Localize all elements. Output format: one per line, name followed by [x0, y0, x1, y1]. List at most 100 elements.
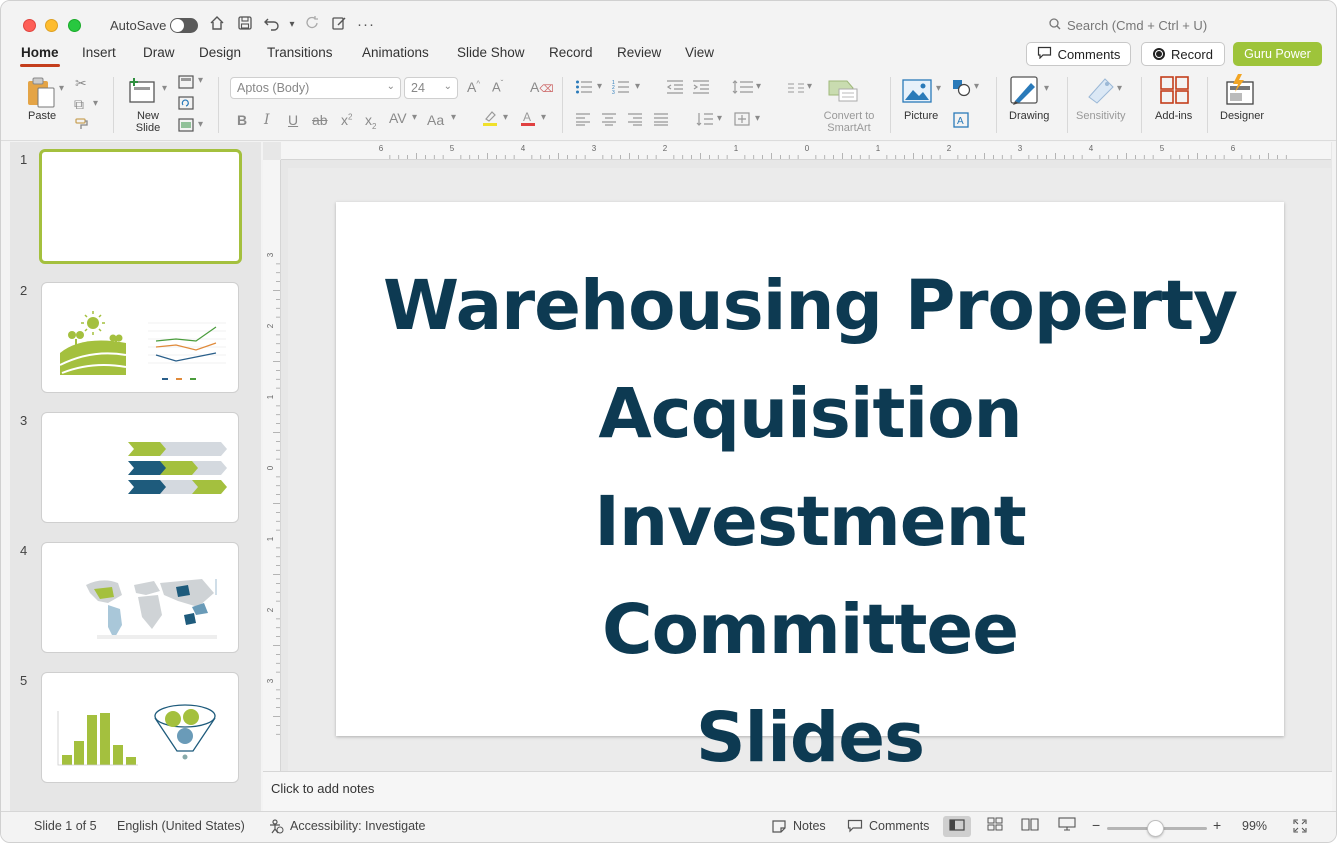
change-case-dropdown-icon[interactable]: ▾: [451, 112, 456, 123]
align-left-icon[interactable]: [575, 112, 591, 129]
tab-animations[interactable]: Animations: [362, 45, 429, 60]
line-spacing-icon[interactable]: [732, 79, 754, 98]
subscript-icon[interactable]: x2: [365, 112, 376, 131]
language-status[interactable]: English (United States): [117, 819, 245, 833]
section-dropdown-icon[interactable]: ▾: [198, 119, 203, 130]
bullets-dropdown-icon[interactable]: ▾: [597, 81, 602, 92]
slide-title[interactable]: Warehousing Property Acquisition Investm…: [376, 252, 1244, 792]
columns-dropdown-icon[interactable]: ▾: [807, 81, 812, 92]
cut-icon[interactable]: ✂: [75, 75, 87, 92]
tab-slide-show[interactable]: Slide Show: [457, 45, 525, 60]
copy-dropdown-icon[interactable]: ▾: [93, 98, 98, 109]
comments-status-icon[interactable]: [847, 819, 863, 836]
tab-view[interactable]: View: [685, 45, 714, 60]
align-right-icon[interactable]: [627, 112, 643, 129]
columns-icon[interactable]: [787, 81, 805, 97]
character-spacing-dropdown-icon[interactable]: ▾: [412, 112, 417, 123]
guru-power-button[interactable]: Guru Power: [1233, 42, 1322, 66]
home-icon[interactable]: [207, 15, 227, 35]
slide-thumbnails-panel[interactable]: 1 2 3 4 5: [10, 142, 261, 812]
notes-icon[interactable]: [771, 819, 787, 836]
reading-view-icon[interactable]: [1016, 816, 1044, 837]
zoom-in-icon[interactable]: +: [1213, 817, 1221, 833]
format-painter-icon[interactable]: [75, 117, 89, 134]
text-direction-icon[interactable]: [696, 111, 714, 130]
presenter-view-icon[interactable]: [1053, 816, 1081, 837]
picture-dropdown-icon[interactable]: ▾: [936, 83, 941, 94]
drawing-icon[interactable]: [1009, 75, 1041, 112]
highlight-dropdown-icon[interactable]: ▾: [503, 112, 508, 123]
numbering-icon[interactable]: 123: [612, 79, 630, 98]
save-icon[interactable]: [235, 15, 255, 35]
slide-thumbnail-2[interactable]: [41, 282, 239, 393]
decrease-indent-icon[interactable]: [666, 79, 684, 98]
tab-insert[interactable]: Insert: [82, 45, 116, 60]
more-icon[interactable]: ···: [356, 15, 376, 35]
maximize-window-button[interactable]: [68, 19, 81, 32]
layout-dropdown-icon[interactable]: ▾: [198, 75, 203, 86]
increase-font-icon[interactable]: A^: [467, 79, 480, 95]
tab-transitions[interactable]: Transitions: [267, 45, 333, 60]
normal-view-icon[interactable]: [943, 816, 971, 837]
tab-home[interactable]: Home: [20, 45, 60, 67]
justify-icon[interactable]: [653, 112, 669, 129]
bold-icon[interactable]: B: [237, 112, 247, 128]
italic-icon[interactable]: I: [264, 112, 270, 128]
layout-icon[interactable]: [178, 75, 194, 92]
increase-indent-icon[interactable]: [692, 79, 710, 98]
drawing-dropdown-icon[interactable]: ▾: [1044, 83, 1049, 94]
shapes-dropdown-icon[interactable]: ▾: [974, 81, 979, 92]
add-ins-icon[interactable]: [1159, 75, 1191, 110]
zoom-slider-handle[interactable]: [1147, 820, 1164, 837]
paste-icon[interactable]: [25, 75, 59, 114]
record-button[interactable]: Record: [1141, 42, 1225, 66]
character-spacing-icon[interactable]: AV: [389, 110, 407, 126]
align-text-icon[interactable]: [733, 111, 751, 130]
shapes-icon[interactable]: [952, 79, 972, 102]
decrease-font-icon[interactable]: Aˇ: [492, 79, 503, 94]
redo-icon[interactable]: [302, 15, 322, 35]
undo-icon[interactable]: [262, 15, 282, 35]
fit-to-window-icon[interactable]: [1293, 819, 1307, 836]
edit-icon[interactable]: [329, 15, 349, 35]
minimize-window-button[interactable]: [45, 19, 58, 32]
text-box-icon[interactable]: A: [953, 112, 969, 133]
slide-thumbnail-4[interactable]: [41, 542, 239, 653]
new-slide-icon[interactable]: [128, 77, 158, 110]
align-text-dropdown-icon[interactable]: ▾: [755, 113, 760, 124]
designer-icon[interactable]: [1224, 74, 1258, 111]
font-size-select[interactable]: 24 ⌄: [404, 77, 458, 99]
zoom-level[interactable]: 99%: [1242, 819, 1267, 833]
slide-sorter-view-icon[interactable]: [981, 816, 1009, 837]
superscript-icon[interactable]: x2: [341, 112, 352, 128]
bullets-icon[interactable]: [575, 79, 593, 98]
font-color-dropdown-icon[interactable]: ▾: [541, 112, 546, 123]
sensitivity-icon[interactable]: [1085, 75, 1117, 110]
line-spacing-dropdown-icon[interactable]: ▾: [756, 81, 761, 92]
copy-icon[interactable]: ⧉: [74, 96, 84, 113]
change-case-icon[interactable]: Aa: [427, 112, 444, 128]
undo-dropdown-icon[interactable]: ▾: [282, 15, 302, 35]
slide-thumbnail-3[interactable]: [41, 412, 239, 523]
autosave-toggle[interactable]: [170, 18, 198, 33]
underline-icon[interactable]: U: [288, 112, 298, 128]
picture-icon[interactable]: [902, 78, 932, 109]
tab-review[interactable]: Review: [617, 45, 661, 60]
clear-formatting-icon[interactable]: A⌫: [530, 79, 553, 95]
tab-design[interactable]: Design: [199, 45, 241, 60]
slide-thumbnail-1[interactable]: [39, 149, 242, 264]
numbering-dropdown-icon[interactable]: ▾: [635, 81, 640, 92]
search-field[interactable]: Search (Cmd + Ctrl + U): [1049, 18, 1207, 33]
accessibility-status[interactable]: Accessibility: Investigate: [290, 819, 425, 833]
vertical-ruler[interactable]: 3 2 1 0 1 2 3: [263, 160, 281, 771]
font-name-select[interactable]: Aptos (Body) ⌄: [230, 77, 401, 99]
slide-thumbnail-5[interactable]: [41, 672, 239, 783]
horizontal-ruler[interactable]: 6 5 4 3 2 1 0 1 2 3 4 5 6: [281, 142, 1331, 160]
tab-record[interactable]: Record: [549, 45, 593, 60]
font-color-icon[interactable]: A: [519, 109, 537, 130]
close-window-button[interactable]: [23, 19, 36, 32]
accessibility-icon[interactable]: [268, 819, 284, 837]
tab-draw[interactable]: Draw: [143, 45, 175, 60]
highlight-icon[interactable]: [481, 109, 499, 130]
comments-toggle[interactable]: Comments: [869, 819, 929, 833]
